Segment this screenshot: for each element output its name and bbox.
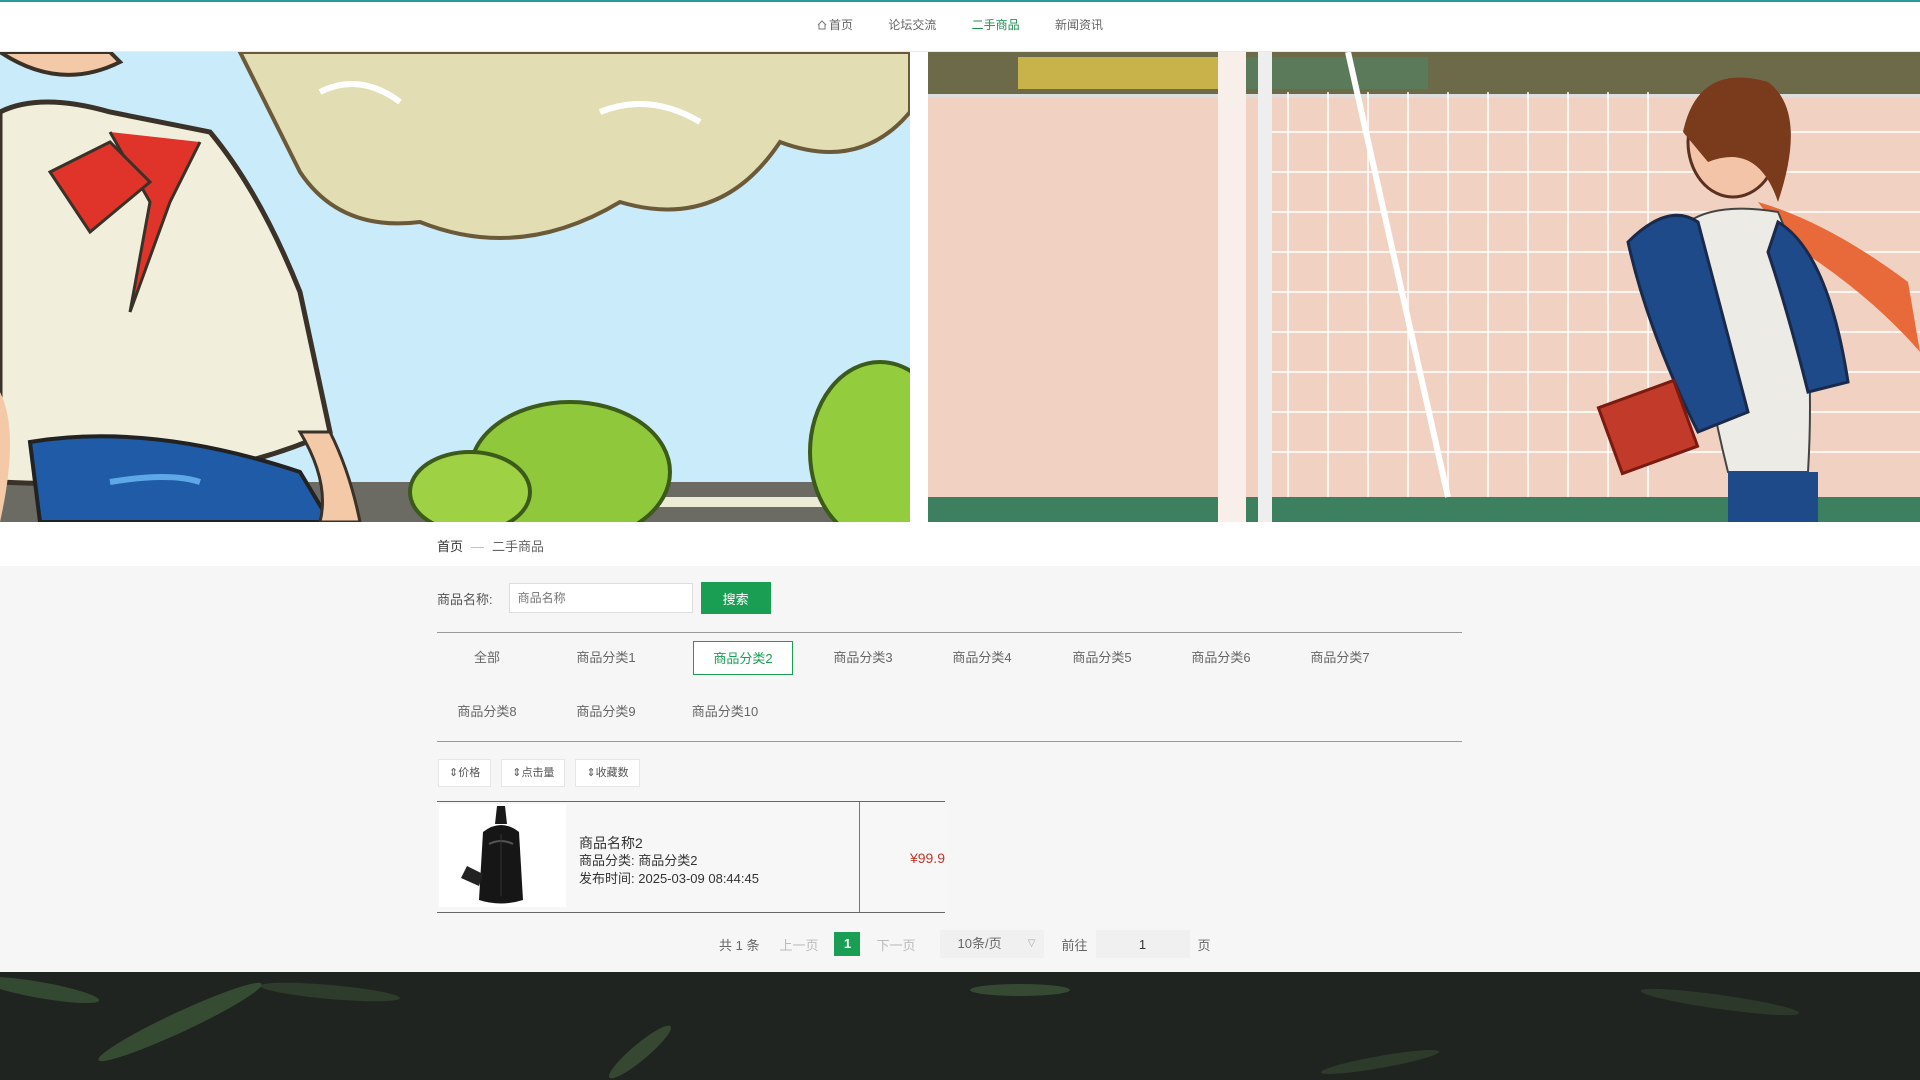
sort-bar: ⇕价格 ⇕点击量 ⇕收藏数 xyxy=(438,759,640,787)
pagination-prev-button[interactable]: 上一页 xyxy=(779,935,818,954)
search-bar: 商品名称: 搜索 xyxy=(437,582,771,614)
nav-item-forum[interactable]: 论坛交流 xyxy=(888,16,936,33)
sort-favorites-label: 收藏数 xyxy=(595,767,629,779)
pagination: 共 1 条 上一页 1 下一页 10条/页 ▽ 前往 页 xyxy=(719,930,1211,958)
nav-item-secondhand[interactable]: 二手商品 xyxy=(972,16,1020,33)
category-6[interactable]: 商品分类6 xyxy=(1171,641,1271,675)
product-time-row: 发布时间: 2025-03-09 08:44:45 xyxy=(579,870,759,888)
product-price: ¥99.9 xyxy=(909,850,945,866)
category-all[interactable]: 全部 xyxy=(437,641,537,675)
sort-price-button[interactable]: ⇕价格 xyxy=(438,759,492,787)
product-bag-image xyxy=(439,804,566,907)
page-size-select[interactable]: 10条/页 ▽ xyxy=(939,930,1044,958)
page-size-value: 10条/页 xyxy=(957,936,1002,951)
sort-price-label: 价格 xyxy=(458,767,481,779)
category-7[interactable]: 商品分类7 xyxy=(1290,641,1390,675)
main-nav: 首页 论坛交流 二手商品 新闻资讯 xyxy=(0,16,1920,33)
banner-illustration-girl xyxy=(928,52,1920,522)
pagination-page-unit: 页 xyxy=(1197,937,1211,953)
nav-item-news[interactable]: 新闻资讯 xyxy=(1055,16,1103,33)
category-filter: 全部 商品分类1 商品分类2 商品分类3 商品分类4 商品分类5 商品分类6 商… xyxy=(437,632,1462,742)
chevron-down-icon: ▽ xyxy=(1027,938,1036,949)
sort-arrows-icon: ⇕ xyxy=(586,767,596,779)
breadcrumb-current: 二手商品 xyxy=(492,539,545,554)
category-8[interactable]: 商品分类8 xyxy=(437,695,537,729)
search-label: 商品名称: xyxy=(437,591,493,607)
category-1[interactable]: 商品分类1 xyxy=(556,641,656,675)
banner-image-left[interactable] xyxy=(0,52,910,522)
sort-clicks-button[interactable]: ⇕点击量 xyxy=(501,759,566,787)
banner-carousel xyxy=(0,52,1920,522)
category-3[interactable]: 商品分类3 xyxy=(813,641,913,675)
search-button[interactable]: 搜索 xyxy=(700,582,771,614)
sort-favorites-button[interactable]: ⇕收藏数 xyxy=(575,759,640,787)
sort-arrows-icon: ⇕ xyxy=(449,767,459,779)
pagination-total: 共 1 条 xyxy=(719,937,760,953)
nav-item-home[interactable]: 首页 xyxy=(817,16,853,33)
banner-image-right[interactable] xyxy=(928,52,1920,522)
product-divider xyxy=(859,802,860,912)
footer-leaf-background xyxy=(0,972,1920,1080)
product-category-value: 商品分类2 xyxy=(638,853,698,868)
category-2[interactable]: 商品分类2 xyxy=(693,641,793,675)
category-10[interactable]: 商品分类10 xyxy=(675,695,775,729)
pagination-page-1[interactable]: 1 xyxy=(834,932,861,956)
product-card[interactable]: 商品名称2 商品分类: 商品分类2 发布时间: 2025-03-09 08:44… xyxy=(437,801,945,913)
breadcrumb-strip xyxy=(0,522,1920,566)
banner-illustration-boy xyxy=(0,52,910,522)
pagination-next-button[interactable]: 下一页 xyxy=(876,935,915,954)
search-input[interactable] xyxy=(508,583,693,613)
product-time-label: 发布时间: xyxy=(579,871,635,886)
product-info: 商品名称2 商品分类: 商品分类2 发布时间: 2025-03-09 08:44… xyxy=(579,834,759,888)
top-navbar: 首页 论坛交流 二手商品 新闻资讯 xyxy=(0,0,1920,52)
product-time-value: 2025-03-09 08:44:45 xyxy=(638,871,759,886)
pagination-goto-label: 前往 xyxy=(1061,937,1088,953)
breadcrumb: 首页 — 二手商品 xyxy=(437,536,544,555)
category-9[interactable]: 商品分类9 xyxy=(556,695,656,729)
product-category-label: 商品分类: xyxy=(579,853,635,868)
product-category-row: 商品分类: 商品分类2 xyxy=(579,852,759,870)
product-thumbnail[interactable] xyxy=(439,804,566,907)
nav-item-home-label: 首页 xyxy=(828,18,853,32)
sort-clicks-label: 点击量 xyxy=(521,767,555,779)
category-5[interactable]: 商品分类5 xyxy=(1052,641,1152,675)
breadcrumb-home[interactable]: 首页 xyxy=(437,539,463,554)
footer xyxy=(0,972,1920,1080)
home-icon xyxy=(817,20,827,30)
pagination-goto-input[interactable] xyxy=(1095,930,1190,958)
product-name[interactable]: 商品名称2 xyxy=(579,834,759,852)
category-4[interactable]: 商品分类4 xyxy=(932,641,1032,675)
breadcrumb-separator: — xyxy=(471,539,485,554)
